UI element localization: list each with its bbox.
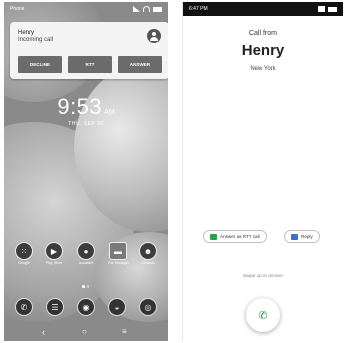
status-app-label: Phone [10,6,25,12]
assistant-icon: ● [77,242,95,260]
signal-icon [318,6,325,12]
status-icons [318,6,337,12]
chip-label: Answer as RTT call [220,234,260,239]
answer-call-button[interactable]: ✆ [246,298,280,332]
status-time: 6:47 PM [189,6,208,12]
battery-icon [153,6,162,12]
status-bar: Phone [4,2,168,16]
wifi-icon [143,6,150,12]
google-apps-icon: ⁙ [15,242,33,260]
chip-label: Reply [301,234,313,239]
phone-icon[interactable]: ✆ [15,298,33,316]
avatar-icon [147,29,161,43]
message-icon [291,233,298,240]
clock-date: THU, SEP 30 [68,121,104,127]
call-status: Incoming call [18,37,54,43]
swipe-hint: Swipe up to answer [242,273,284,278]
app-contacts[interactable]: ☻ Contacts [138,242,158,265]
call-from-label: Call from [248,30,277,37]
lock-screen: Phone Henry Incoming call DECLINE RTT AN… [4,2,168,341]
page-indicator [82,285,89,288]
app-play-store[interactable]: ▶ Play Store [44,242,64,265]
app-label: Play Store [45,261,63,265]
decline-button[interactable]: DECLINE [18,56,62,73]
app-file-manager[interactable]: ▬ File Manager [108,242,129,265]
play-store-icon: ▶ [45,242,63,260]
gallery-icon[interactable]: ◒ [108,298,126,316]
status-icons [133,6,162,12]
messages-icon[interactable]: ☰ [46,298,64,316]
app-label: File Manager [108,261,129,265]
recents-icon[interactable]: ≡ [122,327,127,336]
status-bar: 6:47 PM [183,2,343,16]
reply-chip[interactable]: Reply [284,230,320,243]
contacts-icon: ☻ [139,242,157,260]
back-icon[interactable]: ‹ [42,327,45,337]
caller-name: Henry [241,42,285,59]
home-icon[interactable]: ○ [82,327,87,336]
signal-icon [133,6,140,12]
rtt-icon [210,233,217,240]
caller-location: New York [250,66,276,72]
app-label: Assistant [78,261,94,265]
app-label: Contacts [140,261,156,265]
caller-name: Henry [18,30,35,36]
camera-icon[interactable]: ◎ [139,298,157,316]
clock-time: 9:53 [57,94,103,119]
answer-button[interactable]: ANSWER [118,56,162,73]
phone-icon: ✆ [258,309,268,322]
caller-info: Henry Incoming call [18,30,53,44]
battery-icon [328,6,337,12]
incoming-call-notification[interactable]: Henry Incoming call DECLINE RTT ANSWER [10,22,168,79]
clock-ampm: AM [104,109,115,116]
incoming-call-screen: 6:47 PM Call from Henry New York Answer … [182,2,343,341]
answer-rtt-chip[interactable]: Answer as RTT call [203,230,267,243]
clock-widget: 9:53 AM THU, SEP 30 [4,94,168,127]
folder-icon: ▬ [109,242,127,260]
app-assistant[interactable]: ● Assistant [76,242,96,265]
app-google[interactable]: ⁙ Google [14,242,34,265]
chrome-icon[interactable]: ◉ [77,298,95,316]
app-label: Google [18,261,30,265]
rtt-button[interactable]: RTT [68,56,112,73]
